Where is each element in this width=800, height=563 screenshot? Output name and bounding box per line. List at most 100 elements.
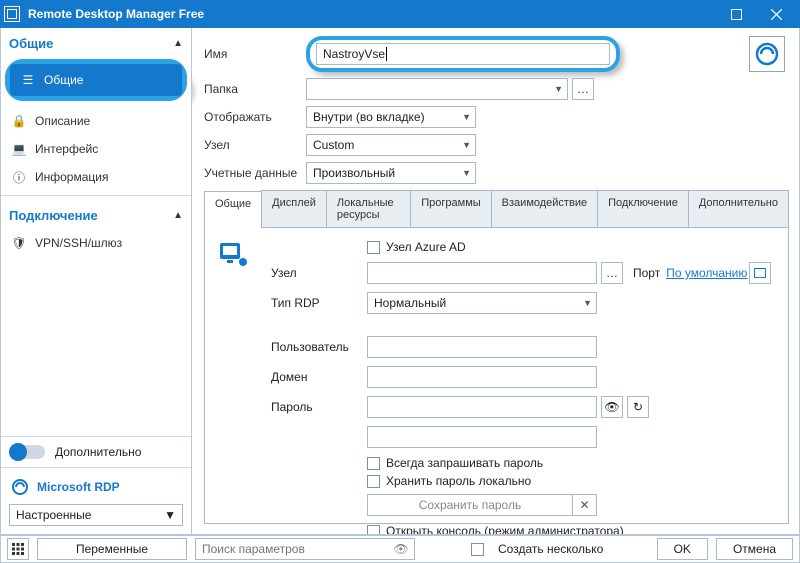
sidebar: Общие ▲ ☰ Общие 🔒 Описание 💻 Интерфейс ⓘ… [1,28,192,534]
search-parameters-input[interactable]: 👁‍ [195,538,415,560]
rdp-icon [11,478,29,496]
folder-browse-button[interactable]: … [572,78,594,100]
sidebar-item-vpn[interactable]: 🛡 VPN/SSH/шлюз [1,229,191,257]
credentials-select[interactable]: Произвольный▼ [306,162,476,184]
chevron-up-icon: ▲ [173,210,183,221]
chevron-down-icon: ▼ [164,508,176,522]
open-console-label: Открыть консоль (режим администратора) [386,524,624,534]
tab-experience[interactable]: Взаимодействие [491,190,598,227]
sidebar-item-label: VPN/SSH/шлюз [35,236,122,250]
folder-label: Папка [204,82,306,96]
username-label: Пользователь [271,340,367,354]
screen-icon: 💻 [11,141,27,157]
name-input[interactable]: NastroyVse [316,43,610,65]
session-type-icon[interactable] [749,36,785,72]
sidebar-section-general-label: Общие [9,36,53,51]
host-mode-select[interactable]: Custom▼ [306,134,476,156]
info-icon: ⓘ [11,169,27,185]
always-ask-password-checkbox[interactable] [367,457,380,470]
port-config-button[interactable] [749,262,771,284]
host-label: Узел [271,266,367,280]
create-multiple-label: Создать несколько [498,542,603,556]
window-close-button[interactable] [756,0,796,28]
chevron-down-icon: ▼ [462,168,471,178]
chevron-down-icon: ▼ [462,140,471,150]
sidebar-item-label: Описание [35,114,90,128]
host-browse-button[interactable]: … [601,262,623,284]
azure-ad-checkbox[interactable] [367,241,380,254]
bottom-bar: Переменные 👁‍ Создать несколько OK Отмен… [0,535,800,563]
username-input[interactable] [367,336,597,358]
password-history-button[interactable]: ↻ [627,396,649,418]
rdp-type-label: Тип RDP [271,296,367,310]
main-panel: Имя NastroyVse Папка ▼ … Отображать Внут… [192,28,799,534]
window-maximize-button[interactable] [716,0,756,28]
tab-body-general: Узел Azure AD Узел … Порт По умолчанию Т… [204,228,789,524]
folder-select[interactable]: ▼ [306,78,568,100]
store-password-local-checkbox[interactable] [367,475,380,488]
create-multiple-checkbox[interactable] [471,543,484,556]
store-password-local-label: Хранить пароль локально [386,474,531,488]
sidebar-item-information[interactable]: ⓘ Информация [1,163,191,191]
password-label: Пароль [271,400,367,414]
domain-input[interactable] [367,366,597,388]
credentials-label: Учетные данные [204,166,306,180]
name-label: Имя [204,47,306,61]
rdp-type-select[interactable]: Нормальный▼ [367,292,597,314]
password-extra-input[interactable] [367,426,597,448]
sidebar-item-interface[interactable]: 💻 Интерфейс [1,135,191,163]
tab-general[interactable]: Общие [204,191,262,228]
port-default-link[interactable]: По умолчанию [666,266,747,280]
chevron-down-icon: ▼ [554,84,563,94]
hamburger-icon: ☰ [20,72,36,88]
host-input[interactable] [367,262,597,284]
window-title: Remote Desktop Manager Free [28,7,716,21]
cancel-button[interactable]: Отмена [716,538,793,560]
sidebar-section-connection-label: Подключение [9,208,98,223]
sidebar-item-description[interactable]: 🔒 Описание [1,107,191,135]
sidebar-item-label: Информация [35,170,108,184]
toggle-switch[interactable] [11,445,45,459]
advanced-toggle-row[interactable]: Дополнительно [1,436,191,467]
variables-button[interactable]: Переменные [37,538,187,560]
always-ask-password-label: Всегда запрашивать пароль [386,456,543,470]
protocol-mode-select[interactable]: Настроенные ▼ [9,504,183,526]
tab-connection[interactable]: Подключение [597,190,689,227]
tab-strip: Общие Дисплей Локальные ресурсы Программ… [204,190,789,228]
search-input-field[interactable] [200,541,392,557]
save-password-button[interactable]: Сохранить пароль ✕ [367,494,597,516]
sidebar-section-general[interactable]: Общие ▲ [1,28,191,57]
tab-display[interactable]: Дисплей [261,190,327,227]
grid-view-button[interactable] [7,538,29,560]
azure-ad-label: Узел Azure AD [386,240,466,254]
password-input[interactable] [367,396,597,418]
sidebar-item-general[interactable]: ☰ Общие [10,64,182,96]
ok-button[interactable]: OK [657,538,708,560]
protocol-mode-value: Настроенные [16,508,91,522]
name-value: NastroyVse [323,47,385,61]
tab-programs[interactable]: Программы [410,190,491,227]
sidebar-item-label: Интерфейс [35,142,98,156]
chevron-down-icon: ▼ [583,298,592,308]
advanced-label: Дополнительно [55,445,141,459]
protocol-box: Microsoft RDP Настроенные ▼ [1,467,191,534]
sidebar-item-label: Общие [44,73,83,87]
title-bar: Remote Desktop Manager Free [0,0,800,28]
domain-label: Домен [271,370,367,384]
display-select[interactable]: Внутри (во вкладке)▼ [306,106,476,128]
password-reveal-button[interactable]: 👁 [601,396,623,418]
clear-password-button[interactable]: ✕ [572,495,596,515]
open-console-checkbox[interactable] [367,525,380,535]
tab-advanced[interactable]: Дополнительно [688,190,789,227]
name-field-highlight: NastroyVse [306,36,620,72]
text-caret [386,47,387,61]
binoculars-icon[interactable]: 👁‍ [392,542,410,556]
shield-icon: 🛡 [11,235,27,251]
chevron-up-icon: ▲ [173,38,183,49]
tab-local-resources[interactable]: Локальные ресурсы [326,190,411,227]
sidebar-section-connection[interactable]: Подключение ▲ [1,200,191,229]
display-label: Отображать [204,110,306,124]
chevron-down-icon: ▼ [462,112,471,122]
port-label: Порт [633,266,660,280]
sidebar-selection-highlight: ☰ Общие [5,59,187,101]
